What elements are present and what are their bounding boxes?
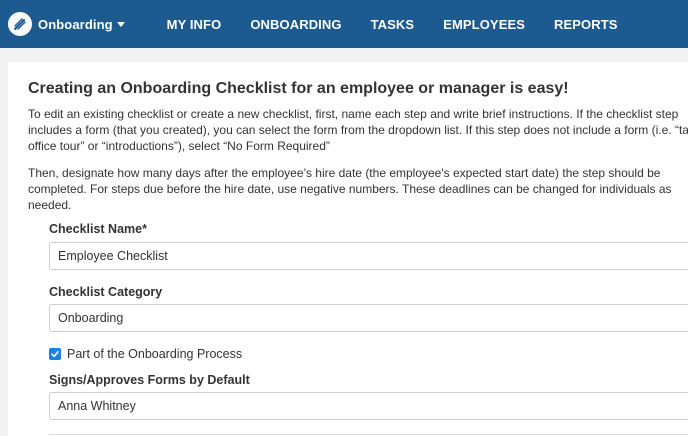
nav-my-info[interactable]: MY INFO: [167, 17, 222, 32]
nav-onboarding[interactable]: ONBOARDING: [250, 17, 341, 32]
nav-reports[interactable]: REPORTS: [554, 17, 618, 32]
onboarding-process-label[interactable]: Part of the Onboarding Process: [67, 347, 242, 361]
checkmark-icon: [51, 351, 59, 358]
brand-logo-icon: [8, 12, 32, 36]
nav-tasks[interactable]: TASKS: [371, 17, 415, 32]
divider: [49, 434, 688, 435]
checklist-category-label: Checklist Category: [49, 285, 163, 299]
intro-paragraph-2: Then, designate how many days after the …: [28, 166, 672, 212]
signs-approves-label: Signs/Approves Forms by Default: [49, 373, 250, 387]
onboarding-process-checkbox[interactable]: [49, 348, 61, 360]
main-content-panel: Creating an Onboarding Checklist for an …: [8, 62, 688, 436]
main-nav: MY INFO ONBOARDING TASKS EMPLOYEES REPOR…: [167, 17, 647, 32]
chevron-down-icon: [116, 22, 125, 27]
top-navigation-bar: Onboarding MY INFO ONBOARDING TASKS EMPL…: [0, 0, 688, 48]
checklist-name-input[interactable]: Employee Checklist: [49, 242, 688, 270]
signs-approves-select[interactable]: Anna Whitney: [49, 392, 688, 420]
app-switcher-menu[interactable]: Onboarding: [8, 0, 125, 48]
intro-paragraph-1: To edit an existing checklist or create …: [28, 107, 688, 153]
app-switcher-label: Onboarding: [38, 16, 113, 32]
checklist-name-label: Checklist Name*: [49, 222, 147, 236]
nav-employees[interactable]: EMPLOYEES: [443, 17, 525, 32]
checklist-category-select[interactable]: Onboarding: [49, 304, 688, 332]
page-title: Creating an Onboarding Checklist for an …: [28, 80, 569, 97]
onboarding-process-row: Part of the Onboarding Process: [49, 347, 242, 361]
